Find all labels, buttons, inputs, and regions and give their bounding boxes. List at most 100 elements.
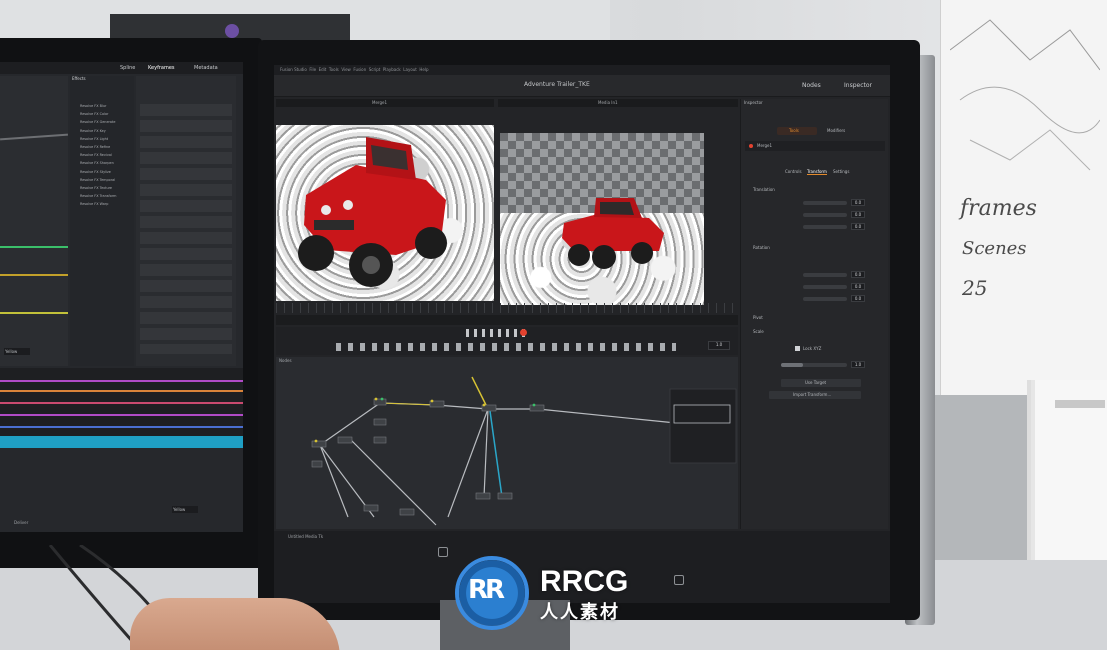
tab-keyframes[interactable]: Keyframes [148, 65, 175, 71]
page-icon[interactable] [438, 547, 448, 557]
viewer-left[interactable] [276, 125, 494, 301]
menu-item[interactable]: Fusion Studio [280, 67, 307, 72]
node-header: Merge1 [745, 141, 885, 151]
node-editor[interactable]: Nodes [276, 357, 738, 529]
color-dropdown-2[interactable]: Yellow [172, 506, 198, 513]
section-pivot[interactable]: Pivot [753, 315, 763, 320]
viewer-header-right: Media In1 [498, 99, 738, 107]
menu-item[interactable]: Playback [383, 67, 401, 72]
handwriting-frames: frames [960, 196, 1037, 221]
translation-y-field[interactable]: 0.0 [851, 211, 865, 218]
list-item[interactable]: Resolve FX Blur [80, 102, 134, 110]
paper-stripe [1055, 400, 1105, 408]
status-text: Untitled Media Tk [288, 534, 324, 539]
tab-modifiers[interactable]: Modifiers [827, 128, 845, 133]
tab-tools[interactable]: Tools [777, 127, 817, 135]
list-item[interactable]: Resolve FX Light [80, 135, 134, 143]
menu-item[interactable]: Fusion [353, 67, 366, 72]
transport-controls[interactable] [466, 329, 526, 337]
left-screen: Spline Keyframes Metadata Effects Resolv… [0, 62, 243, 532]
section-rotation[interactable]: Rotation [753, 245, 770, 250]
effects-list: Effects Resolve FX Blur Resolve FX Color… [70, 76, 134, 366]
list-item[interactable]: Resolve FX Warp [80, 200, 134, 208]
list-item[interactable]: Resolve FX Temporal [80, 176, 134, 184]
inspector-toggle[interactable]: Inspector [844, 82, 872, 89]
node-graph [311, 376, 737, 526]
curve-lime [0, 312, 68, 314]
section-scale[interactable]: Scale [753, 329, 764, 334]
poster-sketch [950, 19, 1100, 171]
zoom-field[interactable]: 1.0 [708, 341, 730, 350]
inspector-panel: Inspector Tools Modifiers Merge1 Control… [740, 99, 888, 529]
deliver-page-label[interactable]: Deliver [14, 520, 28, 525]
tab-tools-label: Tools [789, 128, 799, 133]
subtab-settings[interactable]: Settings [833, 169, 849, 174]
rotation-y-field[interactable]: 0.0 [851, 283, 865, 290]
transport-row [276, 315, 738, 325]
menu-bar: Fusion Studio File Edit Tools View Fusio… [274, 65, 890, 75]
list-item[interactable]: Resolve FX Sharpen [80, 159, 134, 167]
list-item[interactable]: Resolve FX Texture [80, 184, 134, 192]
translation-y-slider[interactable] [803, 213, 847, 217]
menu-item[interactable]: File [309, 67, 316, 72]
tab-spline[interactable]: Spline [120, 65, 135, 71]
lock-xyz-label: Lock XYZ [803, 346, 822, 351]
jeep-small [562, 198, 664, 269]
list-item[interactable]: Resolve FX Revival [80, 151, 134, 159]
title-bar: Adventure Trailer_TKE Nodes Inspector [274, 75, 890, 97]
node-color-dot [749, 144, 753, 148]
timeline-tracks [0, 368, 243, 448]
menu-item[interactable]: Edit [319, 67, 327, 72]
list-item[interactable]: Resolve FX Stylize [80, 168, 134, 176]
color-dropdown[interactable]: Yellow [4, 348, 30, 355]
deliver-page-icon[interactable] [674, 575, 684, 585]
nodes-toggle[interactable]: Nodes [802, 82, 821, 89]
list-item[interactable]: Resolve FX Transform [80, 192, 134, 200]
effects-label: Effects [72, 76, 86, 81]
pin-dot [225, 24, 239, 38]
list-item[interactable]: Resolve FX Generate [80, 118, 134, 126]
use-target-label: Use Target [805, 380, 827, 385]
translation-z-slider[interactable] [803, 225, 847, 229]
translation-z-field[interactable]: 0.0 [851, 223, 865, 230]
subtab-transform[interactable]: Transform [807, 169, 827, 175]
list-item[interactable]: Resolve FX Key [80, 127, 134, 135]
scale-field[interactable]: 1.0 [851, 361, 865, 368]
paper-stack [1035, 380, 1107, 580]
rotation-y-slider[interactable] [803, 285, 847, 289]
rotation-x-slider[interactable] [803, 273, 847, 277]
inspector-title: Inspector [744, 100, 763, 105]
jeep-large [298, 137, 447, 287]
tab-metadata[interactable]: Metadata [194, 65, 218, 71]
spline-graph[interactable] [0, 76, 68, 366]
record-icon[interactable] [520, 329, 527, 336]
translation-x-field[interactable]: 0.0 [851, 199, 865, 206]
effect-tiles[interactable] [140, 104, 232, 354]
menu-item[interactable]: Help [419, 67, 428, 72]
handwriting-25: 25 [962, 276, 988, 300]
window-title: Adventure Trailer_TKE [524, 81, 590, 88]
list-item[interactable]: Resolve FX Refine [80, 143, 134, 151]
tool-icons[interactable] [336, 343, 676, 351]
time-ruler[interactable] [276, 303, 738, 313]
list-item[interactable]: Resolve FX Color [80, 110, 134, 118]
rotation-z-slider[interactable] [803, 297, 847, 301]
menu-item[interactable]: Script [369, 67, 381, 72]
watermark-logo-letters: RR [468, 575, 505, 605]
lock-xyz-checkbox[interactable] [795, 346, 800, 351]
menu-item[interactable]: Tools [329, 67, 339, 72]
import-transform-label: Import Transform... [793, 392, 832, 397]
hand [130, 598, 340, 650]
subtab-controls[interactable]: Controls [785, 169, 802, 174]
scale-slider[interactable] [781, 363, 847, 367]
rotation-x-field[interactable]: 0.0 [851, 271, 865, 278]
translation-x-slider[interactable] [803, 201, 847, 205]
rotation-z-field[interactable]: 0.0 [851, 295, 865, 302]
use-target-button[interactable]: Use Target [781, 379, 861, 387]
import-transform-button[interactable]: Import Transform... [769, 391, 861, 399]
curve-line [0, 133, 68, 141]
section-translation[interactable]: Translation [753, 187, 775, 192]
menu-item[interactable]: Layout [403, 67, 417, 72]
menu-item[interactable]: View [341, 67, 351, 72]
right-screen: Fusion Studio File Edit Tools View Fusio… [274, 65, 890, 603]
